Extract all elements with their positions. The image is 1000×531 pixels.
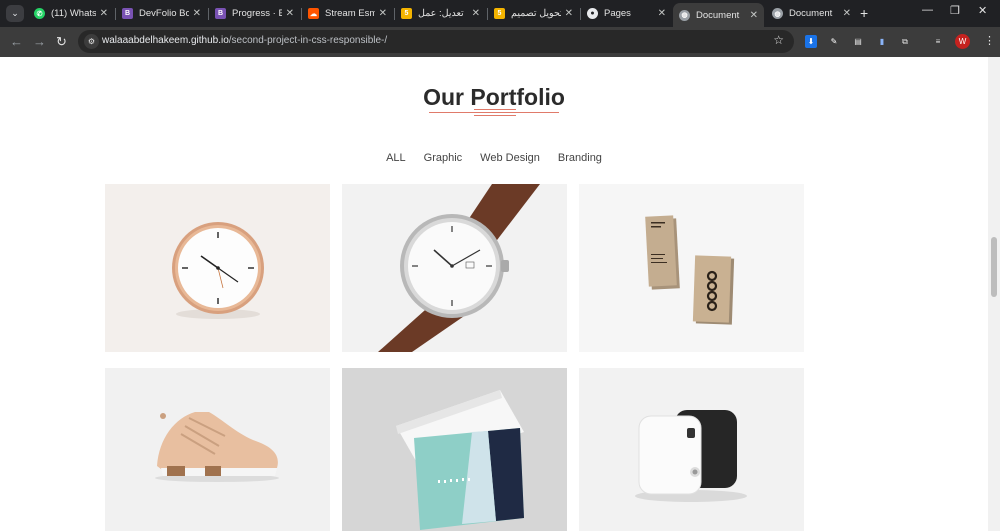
- globe-icon: ◍: [679, 9, 690, 21]
- brand-card-image: [396, 390, 524, 530]
- tab-title: DevFolio Bootstrap: [139, 8, 189, 19]
- blogger-icon: 5: [494, 8, 505, 19]
- title-underline: [429, 112, 559, 113]
- whatsapp-icon: ✆: [34, 8, 45, 19]
- bookmark-star-icon[interactable]: ☆: [773, 33, 784, 47]
- globe-icon: ◍: [772, 8, 783, 19]
- blogger-icon: 5: [401, 8, 412, 19]
- title-underline: [474, 115, 516, 116]
- extension-icon[interactable]: ▮: [876, 35, 888, 48]
- filter-graphic[interactable]: Graphic: [415, 152, 472, 164]
- close-icon[interactable]: ✕: [658, 8, 666, 19]
- reading-list-icon[interactable]: ▤: [852, 35, 864, 48]
- media-icon[interactable]: ≡: [932, 35, 944, 48]
- filter-web-design[interactable]: Web Design: [471, 152, 549, 164]
- tab-progress[interactable]: B Progress · Bootstrap ✕: [209, 3, 300, 24]
- close-icon[interactable]: ✕: [379, 8, 387, 19]
- clock-image: [172, 222, 264, 319]
- close-icon[interactable]: ✕: [843, 8, 851, 19]
- tab-title: Stream Esmail: [325, 8, 375, 19]
- menu-icon[interactable]: ⋮: [984, 34, 995, 47]
- address-bar[interactable]: ⚙ walaaabdelhakeem.github.io/second-proj…: [78, 30, 794, 53]
- browser-toolbar: ← → ↻ ⚙ walaaabdelhakeem.github.io/secon…: [0, 27, 1000, 57]
- url-text[interactable]: walaaabdelhakeem.github.io/second-projec…: [102, 35, 387, 46]
- device-image: [635, 410, 747, 502]
- tab-devfolio[interactable]: B DevFolio Bootstrap ✕: [116, 3, 207, 24]
- filter-all[interactable]: ALL: [377, 152, 415, 164]
- tab-title: Progress · Bootstrap: [232, 8, 282, 19]
- forward-icon[interactable]: →: [33, 34, 46, 49]
- portfolio-item-business-cards[interactable]: [579, 184, 804, 352]
- soundcloud-icon: ☁: [308, 8, 319, 19]
- close-icon[interactable]: ✕: [750, 10, 758, 21]
- restore-icon[interactable]: ❐: [950, 4, 960, 17]
- portfolio-item-clock[interactable]: [105, 184, 330, 352]
- bootstrap-icon: B: [215, 8, 226, 19]
- avatar[interactable]: W: [955, 34, 970, 49]
- tab-convert-arabic[interactable]: 5 تحويل تصميم ✕: [488, 3, 579, 24]
- close-icon[interactable]: ✕: [193, 8, 201, 19]
- back-icon[interactable]: ←: [10, 34, 23, 49]
- url-host: walaaabdelhakeem.github.io: [102, 35, 229, 46]
- extension-icon[interactable]: ✎: [828, 35, 840, 48]
- page-title: Our Portfolio: [423, 84, 565, 110]
- tab-title: تحويل تصميم: [511, 8, 561, 19]
- bootstrap-icon: B: [122, 8, 133, 19]
- close-icon[interactable]: ✕: [100, 8, 108, 19]
- watch-image: [378, 184, 540, 352]
- business-cards-image: [645, 215, 735, 325]
- tab-edit-arabic[interactable]: 5 تعديل: عمل ✕: [395, 3, 486, 24]
- puzzle-icon[interactable]: ⧉: [899, 35, 911, 48]
- portfolio-filters: ALL Graphic Web Design Branding: [0, 152, 988, 164]
- close-icon[interactable]: ✕: [286, 8, 294, 19]
- site-info-icon[interactable]: ⚙: [84, 34, 99, 49]
- portfolio-item-watch[interactable]: [342, 184, 567, 352]
- url-path: /second-project-in-css-responsible-/: [228, 35, 388, 46]
- tab-pages[interactable]: ● Pages ✕: [581, 3, 672, 24]
- close-icon[interactable]: ✕: [472, 8, 480, 19]
- filter-branding[interactable]: Branding: [549, 152, 611, 164]
- close-window-icon[interactable]: ✕: [978, 4, 987, 17]
- tab-document-active[interactable]: ◍ Document ✕: [673, 3, 764, 27]
- tab-title: Pages: [604, 8, 631, 19]
- download-extension-icon[interactable]: ⬇: [805, 35, 817, 48]
- tab-search-button[interactable]: ⌄: [6, 5, 24, 22]
- minimize-icon[interactable]: —: [922, 4, 933, 16]
- scrollbar-thumb[interactable]: [991, 237, 997, 297]
- tab-title: (11) WhatsApp: [51, 8, 96, 19]
- title-underline: [474, 109, 516, 110]
- tab-title: تعديل: عمل: [418, 8, 464, 19]
- tab-stream[interactable]: ☁ Stream Esmail ✕: [302, 3, 393, 24]
- tab-strip: ⌄ ✆ (11) WhatsApp ✕ B DevFolio Bootstrap…: [0, 0, 1000, 27]
- reload-icon[interactable]: ↻: [56, 34, 67, 50]
- portfolio-item-device[interactable]: [579, 368, 804, 531]
- tab-whatsapp[interactable]: ✆ (11) WhatsApp ✕: [28, 3, 114, 24]
- tab-title: Document: [696, 9, 740, 21]
- portfolio-item-brand-card[interactable]: [342, 368, 567, 531]
- page-scrollbar[interactable]: [988, 57, 1000, 531]
- tab-document[interactable]: ◍ Document ✕: [766, 3, 857, 24]
- tab-title: Document: [789, 8, 833, 19]
- portfolio-item-sneaker[interactable]: [105, 368, 330, 531]
- github-icon: ●: [587, 8, 598, 19]
- page-viewport: Our Portfolio ALL Graphic Web Design Bra…: [0, 57, 988, 531]
- sneaker-image: [155, 412, 279, 482]
- new-tab-button[interactable]: +: [860, 5, 868, 21]
- close-icon[interactable]: ✕: [565, 8, 573, 19]
